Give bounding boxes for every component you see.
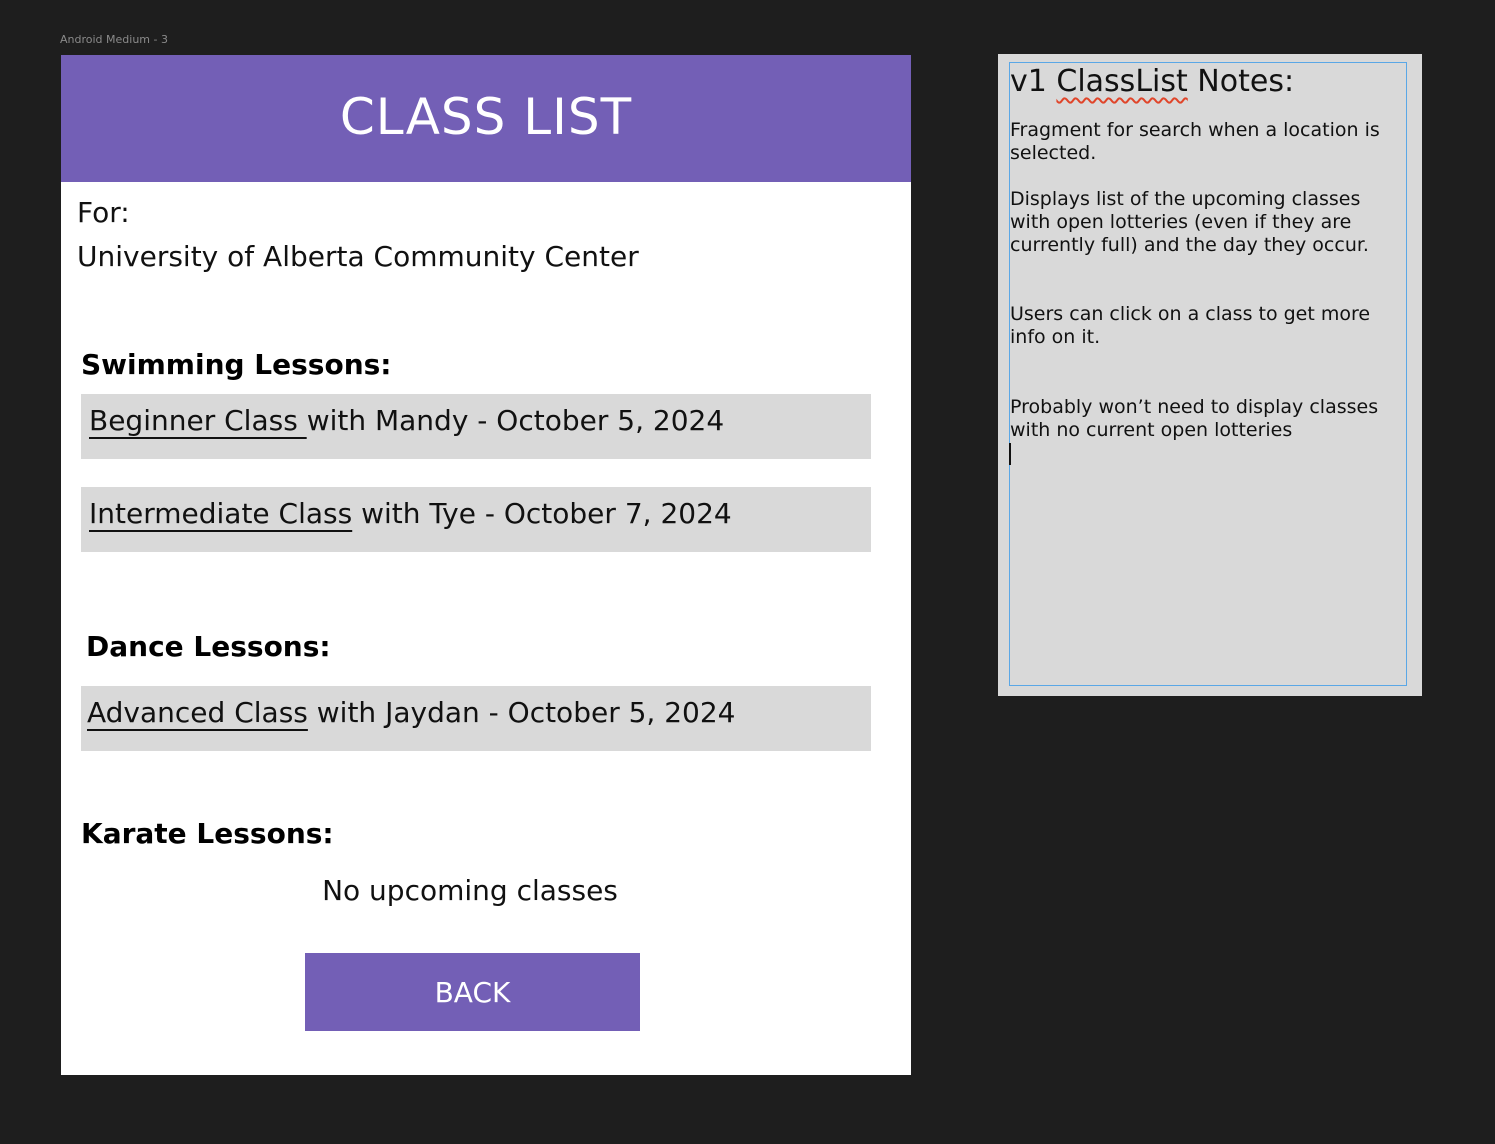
app-header: CLASS LIST: [61, 55, 911, 182]
section-heading-dance: Dance Lessons:: [86, 630, 331, 663]
section-heading-swimming: Swimming Lessons:: [81, 348, 392, 381]
text-cursor: [1009, 443, 1011, 465]
class-item-text: Beginner Class with Mandy - October 5, 2…: [89, 404, 724, 437]
class-name-link[interactable]: Intermediate Class: [89, 497, 352, 530]
phone-frame: CLASS LIST For: University of Alberta Co…: [61, 55, 911, 1075]
page-title: CLASS LIST: [339, 88, 633, 146]
class-name-link[interactable]: Advanced Class: [87, 696, 308, 729]
for-label: For:: [77, 196, 130, 229]
class-item-intermediate[interactable]: Intermediate Class with Tye - October 7,…: [81, 487, 871, 552]
class-item-text: Advanced Class with Jaydan - October 5, …: [87, 696, 735, 729]
class-name-link[interactable]: Beginner Class: [89, 404, 307, 437]
notes-paragraph: Displays list of the upcoming classes wi…: [1010, 188, 1369, 256]
class-detail: with Jaydan - October 5, 2024: [307, 696, 736, 729]
notes-paragraph: Probably won’t need to display classes w…: [1010, 396, 1379, 441]
notes-paragraph: Users can click on a class to get more i…: [1010, 303, 1371, 348]
notes-title-misspelled: ClassList: [1056, 64, 1188, 99]
frame-label: Android Medium - 3: [60, 33, 168, 46]
location-name: University of Alberta Community Center: [77, 240, 639, 273]
notes-title-suffix: Notes:: [1187, 64, 1295, 99]
class-detail: with Tye - October 7, 2024: [352, 497, 732, 530]
class-item-text: Intermediate Class with Tye - October 7,…: [89, 497, 732, 530]
notes-panel: v1 ClassList Notes: Fragment for search …: [998, 54, 1422, 696]
class-detail: with Mandy - October 5, 2024: [306, 404, 725, 437]
empty-state-text: No upcoming classes: [322, 874, 618, 907]
notes-title-prefix: v1: [1010, 64, 1057, 99]
section-heading-karate: Karate Lessons:: [81, 817, 334, 850]
notes-paragraph: Fragment for search when a location is s…: [1010, 119, 1380, 164]
notes-title: v1 ClassList Notes:: [1010, 64, 1294, 99]
class-item-advanced[interactable]: Advanced Class with Jaydan - October 5, …: [81, 686, 871, 751]
back-button[interactable]: BACK: [305, 953, 640, 1031]
class-item-beginner[interactable]: Beginner Class with Mandy - October 5, 2…: [81, 394, 871, 459]
